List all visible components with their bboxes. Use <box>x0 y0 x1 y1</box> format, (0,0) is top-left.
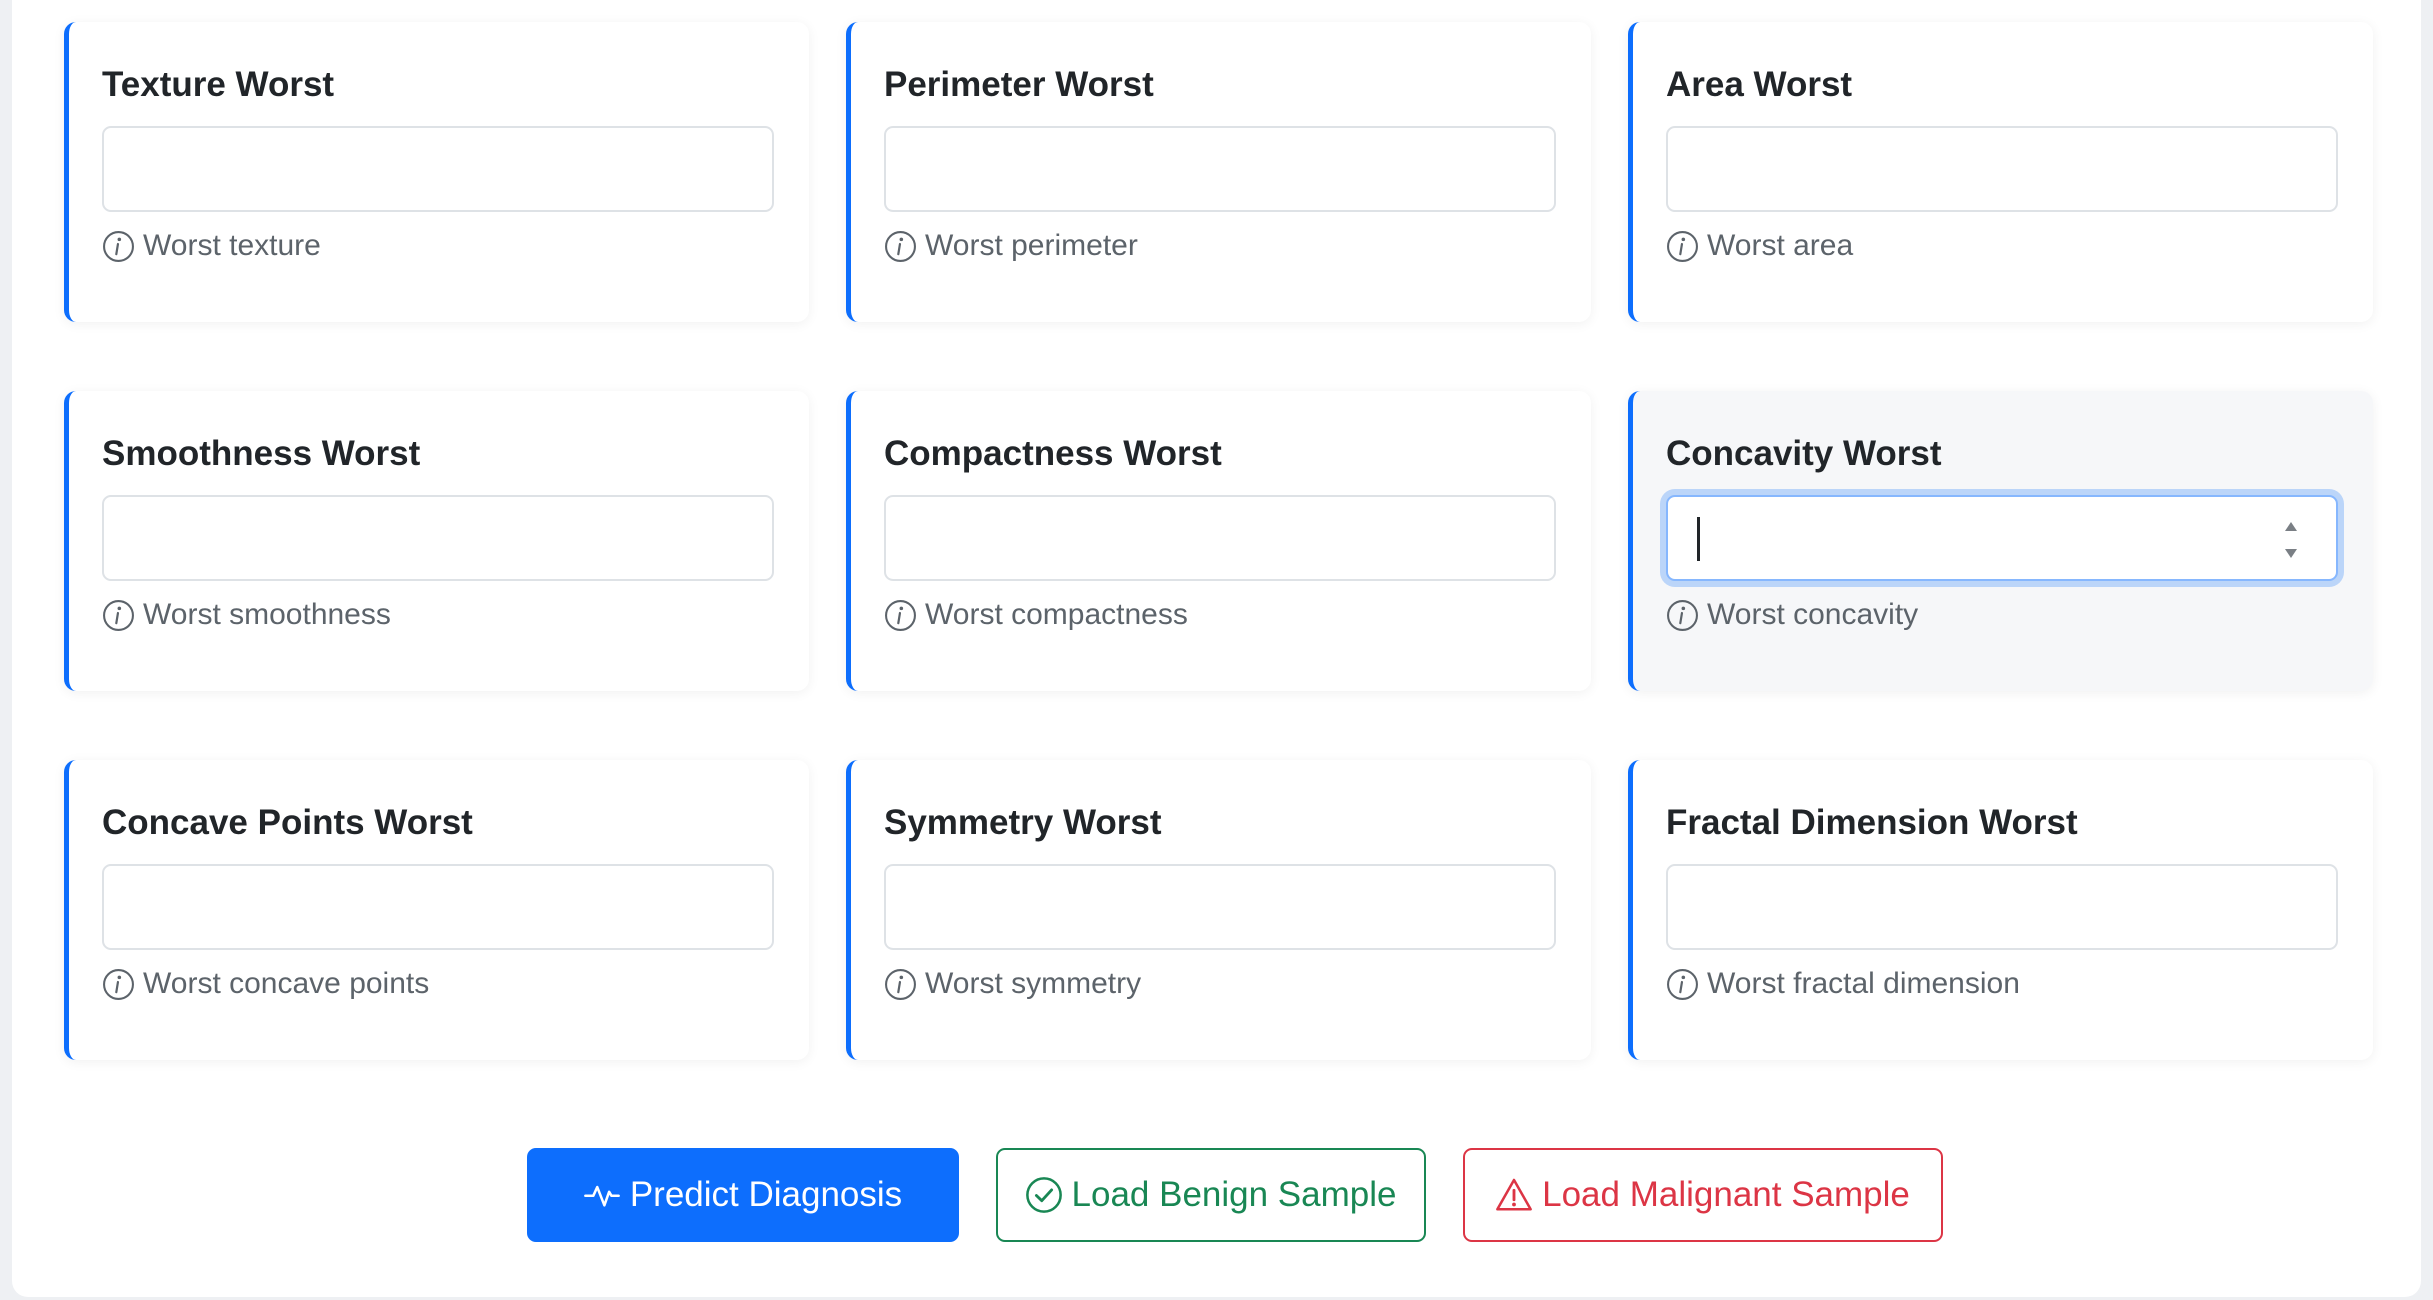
info-icon <box>103 599 134 631</box>
field-hint: Worst perimeter <box>884 229 1559 263</box>
field-hint: Worst fractal dimension <box>1666 967 2341 1001</box>
field-hint: Worst smoothness <box>102 598 777 632</box>
field-card-compactness-worst: Compactness Worst Worst compactness <box>846 391 1591 691</box>
field-hint: Worst concave points <box>102 967 777 1001</box>
predict-diagnosis-label: Predict Diagnosis <box>629 1175 903 1214</box>
area-worst-input[interactable] <box>1668 128 2336 210</box>
field-hint: Worst concavity <box>1666 598 2341 632</box>
concavity-worst-input[interactable] <box>1668 497 2336 579</box>
concave-points-worst-input-wrapper <box>102 864 774 950</box>
field-hint: Worst area <box>1666 229 2341 263</box>
symmetry-worst-input[interactable] <box>886 866 1554 948</box>
field-card-area-worst: Area Worst Worst area <box>1628 22 2373 322</box>
field-title: Area Worst <box>1666 65 1853 104</box>
hint-text: Worst texture <box>143 229 321 262</box>
load-malignant-sample-button[interactable]: Load Malignant Sample <box>1462 1148 1943 1242</box>
info-icon <box>885 599 916 631</box>
compactness-worst-input[interactable] <box>886 497 1554 579</box>
warning-triangle-icon <box>1496 1178 1533 1211</box>
info-icon <box>1667 599 1698 631</box>
field-title: Compactness Worst <box>884 434 1222 473</box>
hint-text: Worst area <box>1707 229 1854 262</box>
field-card-smoothness-worst: Smoothness Worst Worst smoothness <box>64 391 809 691</box>
hint-text: Worst fractal dimension <box>1707 967 2020 1000</box>
compactness-worst-input-wrapper <box>884 495 1556 581</box>
perimeter-worst-input[interactable] <box>886 128 1554 210</box>
field-hint: Worst symmetry <box>884 967 1559 1001</box>
info-icon <box>1667 230 1698 262</box>
field-card-concave-points-worst: Concave Points Worst Worst concave point… <box>64 760 809 1060</box>
predict-diagnosis-button[interactable]: Predict Diagnosis <box>526 1148 959 1242</box>
field-title: Concavity Worst <box>1666 434 1942 473</box>
load-benign-sample-button[interactable]: Load Benign Sample <box>995 1148 1426 1242</box>
hint-text: Worst smoothness <box>143 598 391 631</box>
concavity-worst-input-wrapper <box>1666 495 2338 581</box>
info-icon <box>1667 968 1698 1000</box>
field-title: Symmetry Worst <box>884 803 1162 842</box>
area-worst-input-wrapper <box>1666 126 2338 212</box>
action-bar: Predict Diagnosis Load Benign Sample Loa… <box>12 1148 2421 1242</box>
field-hint: Worst texture <box>102 229 777 263</box>
field-hint: Worst compactness <box>884 598 1559 632</box>
activity-icon <box>583 1185 620 1207</box>
field-card-fractal-dimension-worst: Fractal Dimension Worst Worst fractal di… <box>1628 760 2373 1060</box>
field-title: Texture Worst <box>102 65 335 104</box>
hint-text: Worst compactness <box>925 598 1188 631</box>
load-malignant-sample-label: Load Malignant Sample <box>1542 1175 1910 1214</box>
check-circle-icon <box>1025 1177 1062 1213</box>
smoothness-worst-input-wrapper <box>102 495 774 581</box>
field-card-texture-worst: Texture Worst Worst texture <box>64 22 809 322</box>
info-icon <box>103 230 134 262</box>
fractal-dimension-worst-input[interactable] <box>1668 866 2336 948</box>
info-icon <box>885 968 916 1000</box>
form-page: Texture Worst Worst texture Perimeter Wo… <box>12 0 2421 1297</box>
symmetry-worst-input-wrapper <box>884 864 1556 950</box>
feature-grid: Texture Worst Worst texture Perimeter Wo… <box>64 22 2373 1060</box>
info-icon <box>885 230 916 262</box>
hint-text: Worst perimeter <box>925 229 1138 262</box>
texture-worst-input-wrapper <box>102 126 774 212</box>
field-title: Perimeter Worst <box>884 65 1154 104</box>
number-spinner-icon[interactable] <box>2282 519 2300 561</box>
hint-text: Worst concave points <box>143 967 430 1000</box>
info-icon <box>103 968 134 1000</box>
load-benign-sample-label: Load Benign Sample <box>1071 1175 1397 1214</box>
fractal-dimension-worst-input-wrapper <box>1666 864 2338 950</box>
smoothness-worst-input[interactable] <box>104 497 772 579</box>
perimeter-worst-input-wrapper <box>884 126 1556 212</box>
field-title: Fractal Dimension Worst <box>1666 803 2078 842</box>
field-card-concavity-worst: Concavity Worst Worst concavity <box>1628 391 2373 691</box>
hint-text: Worst concavity <box>1707 598 1919 631</box>
concave-points-worst-input[interactable] <box>104 866 772 948</box>
text-caret <box>1697 517 1700 561</box>
texture-worst-input[interactable] <box>104 128 772 210</box>
field-title: Smoothness Worst <box>102 434 421 473</box>
field-card-perimeter-worst: Perimeter Worst Worst perimeter <box>846 22 1591 322</box>
field-card-symmetry-worst: Symmetry Worst Worst symmetry <box>846 760 1591 1060</box>
hint-text: Worst symmetry <box>925 967 1142 1000</box>
field-title: Concave Points Worst <box>102 803 473 842</box>
